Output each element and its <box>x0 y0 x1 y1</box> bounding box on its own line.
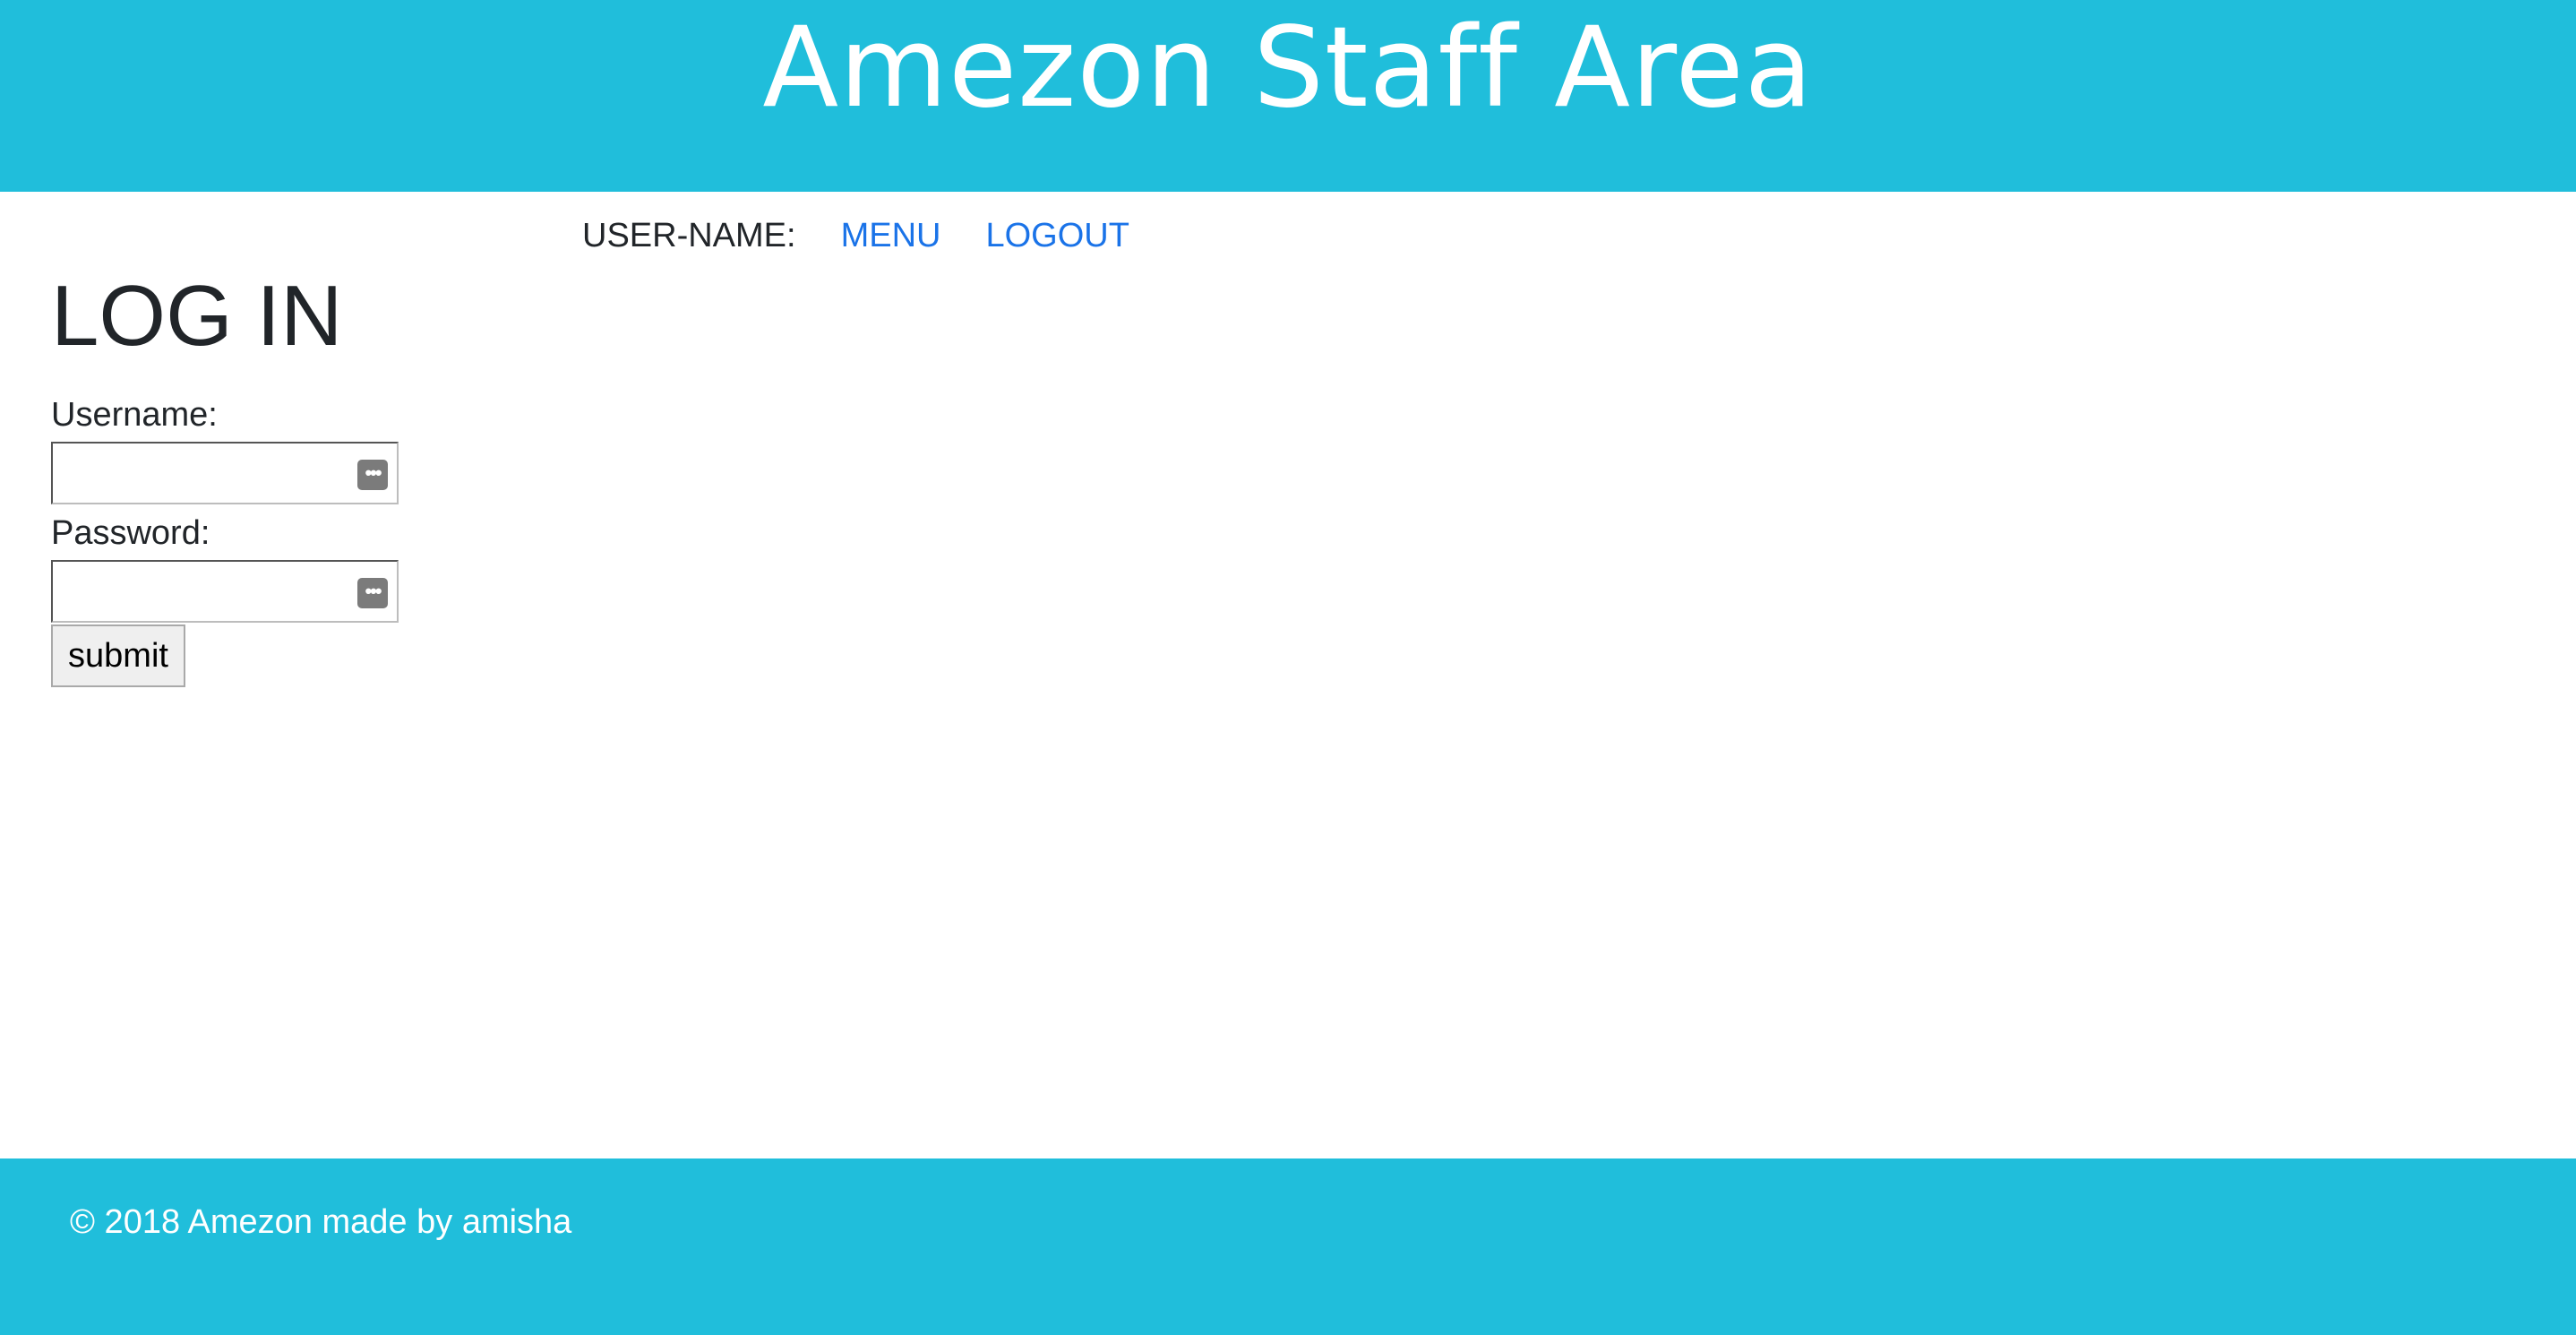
top-nav: USER-NAME: MENU LOGOUT <box>582 213 1174 258</box>
keychain-autofill-icon[interactable]: ••• <box>357 578 388 608</box>
logout-link[interactable]: LOGOUT <box>985 217 1129 255</box>
user-name-label: USER-NAME: <box>582 216 796 254</box>
password-input[interactable] <box>53 562 348 621</box>
password-field-wrapper: ••• <box>51 560 399 623</box>
login-heading: LOG IN <box>51 268 343 364</box>
username-input[interactable] <box>53 444 348 503</box>
footer-bar: © 2018 Amezon made by amisha <box>0 1158 2576 1335</box>
keychain-autofill-icon[interactable]: ••• <box>357 460 388 490</box>
submit-button[interactable]: submit <box>51 624 185 687</box>
username-field-wrapper: ••• <box>51 442 399 504</box>
password-label: Password: <box>51 514 210 552</box>
username-label: Username: <box>51 396 218 434</box>
page: Amezon Staff Area USER-NAME: MENU LOGOUT… <box>0 0 2576 1335</box>
header-banner: Amezon Staff Area <box>0 0 2576 192</box>
menu-link[interactable]: MENU <box>841 217 941 255</box>
footer-copyright: © 2018 Amezon made by amisha <box>70 1203 572 1241</box>
site-title: Amezon Staff Area <box>762 4 1814 133</box>
